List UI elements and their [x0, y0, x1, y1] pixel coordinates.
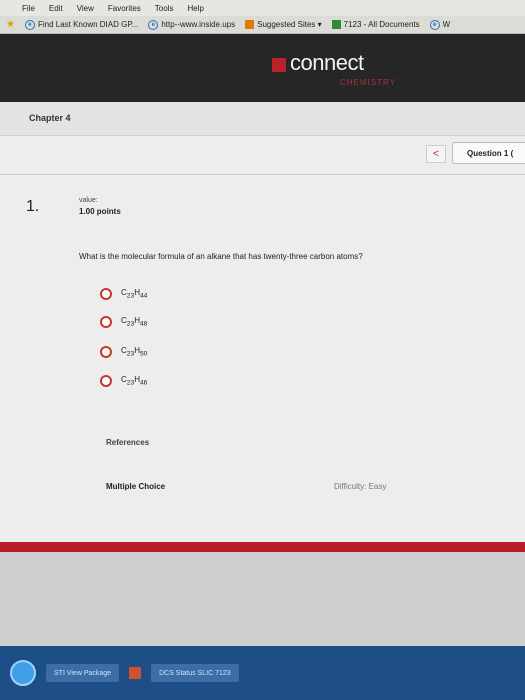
answer-option-4[interactable]: C23H46: [100, 375, 147, 387]
option-formula: C23H46: [121, 375, 148, 387]
favorite-inside-ups[interactable]: e http--www.inside.ups: [148, 19, 236, 30]
menu-help[interactable]: Help: [187, 4, 203, 13]
ie-icon: e: [24, 19, 35, 30]
radio-button[interactable]: [100, 288, 112, 300]
favorite-label: W: [442, 20, 451, 29]
question-number: 1.: [26, 198, 40, 215]
favorites-bar: ★ e Find Last Known DIAD GP... e http--w…: [0, 16, 525, 34]
answer-option-2[interactable]: C23H48: [100, 316, 147, 328]
references-link[interactable]: References: [106, 438, 149, 447]
menu-file[interactable]: File: [22, 4, 35, 13]
footer-accent-band: [0, 542, 525, 552]
question-meta: Multiple Choice Difficulty: Easy: [96, 472, 436, 500]
radio-button[interactable]: [100, 346, 112, 358]
favorite-label: http--www.inside.ups: [161, 20, 236, 29]
green-square-icon: [331, 20, 341, 29]
ie-icon: e: [429, 19, 440, 30]
favorite-w[interactable]: e W: [429, 19, 451, 30]
favorite-all-documents[interactable]: 7123 - All Documents: [331, 20, 420, 29]
taskbar-item-dcs[interactable]: DCS Status SLIC 7123: [151, 664, 239, 682]
taskbar-item-sti[interactable]: STI View Package: [46, 664, 120, 682]
favorite-diad[interactable]: e Find Last Known DIAD GP...: [24, 19, 139, 30]
radio-button[interactable]: [100, 316, 112, 328]
connect-logo[interactable]: connect: [272, 52, 364, 74]
question-text: What is the molecular formula of an alka…: [79, 252, 363, 261]
menu-tools[interactable]: Tools: [155, 4, 174, 13]
question-page: Chapter 4 < Question 1 ( 1. value: 1.00 …: [0, 102, 525, 542]
option-formula: C23H44: [121, 288, 148, 300]
divider: [0, 174, 525, 175]
radio-button[interactable]: [100, 375, 112, 387]
ie-icon: e: [148, 19, 159, 30]
points-value: 1.00 points: [79, 207, 121, 216]
browser-menu-bar: File Edit View Favorites Tools Help: [0, 0, 525, 16]
menu-favorites[interactable]: Favorites: [108, 4, 141, 13]
chapter-bar: Chapter 4: [0, 102, 525, 136]
previous-question-button[interactable]: <: [426, 145, 446, 163]
favorite-suggested-sites[interactable]: Suggested Sites ▾: [245, 20, 322, 29]
site-header: connect CHEMISTRY: [0, 34, 525, 102]
value-label: value:: [79, 197, 98, 204]
start-button-icon[interactable]: [10, 660, 36, 686]
question-selector[interactable]: Question 1 (: [452, 142, 525, 164]
windows-taskbar: STI View Package DCS Status SLIC 7123: [0, 646, 525, 700]
taskbar-app-icon[interactable]: [129, 667, 142, 679]
footer-area: [0, 552, 525, 646]
option-formula: C23H50: [121, 346, 148, 358]
option-formula: C23H48: [121, 316, 148, 328]
favorite-label: Suggested Sites ▾: [257, 20, 322, 29]
question-type: Multiple Choice: [106, 482, 166, 491]
orange-square-icon: [245, 20, 255, 29]
chapter-title: Chapter 4: [29, 113, 71, 123]
difficulty-label: Difficulty: Easy: [334, 482, 387, 491]
logo-subtitle: CHEMISTRY: [340, 78, 396, 87]
favorite-label: Find Last Known DIAD GP...: [37, 20, 139, 29]
favorite-label: 7123 - All Documents: [343, 20, 420, 29]
menu-view[interactable]: View: [77, 4, 94, 13]
favorites-star-icon[interactable]: ★: [6, 19, 15, 30]
logo-text: connect: [290, 50, 364, 75]
answer-option-1[interactable]: C23H44: [100, 288, 147, 300]
menu-edit[interactable]: Edit: [49, 4, 63, 13]
mcgraw-hill-logo-icon: [272, 58, 286, 72]
answer-option-3[interactable]: C23H50: [100, 346, 147, 358]
